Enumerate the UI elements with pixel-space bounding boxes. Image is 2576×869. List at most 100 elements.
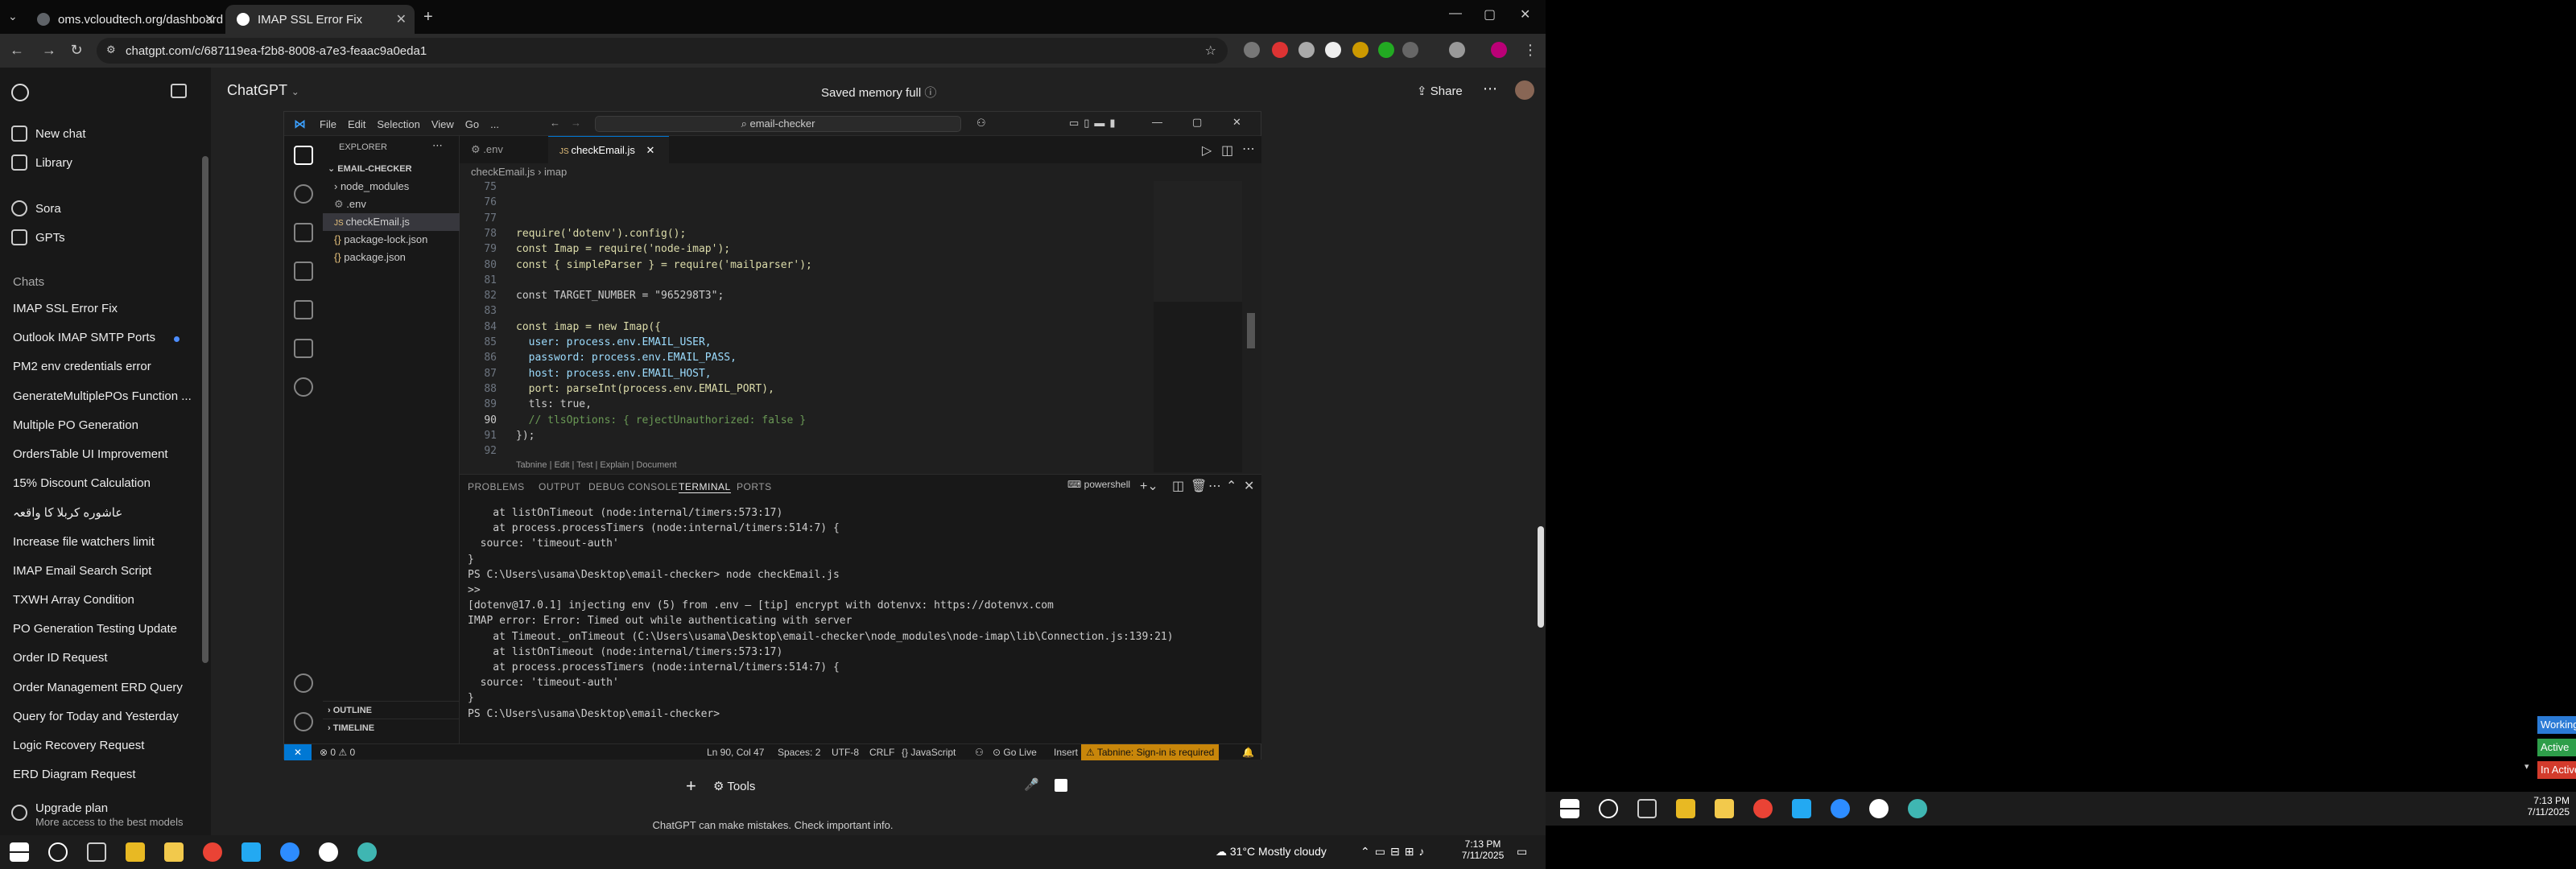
split-terminal-icon[interactable]: ◫ xyxy=(1172,478,1184,494)
chat-history-item[interactable]: Logic Recovery Request xyxy=(13,739,144,752)
chat-history-item[interactable]: Increase file watchers limit xyxy=(13,535,155,549)
go-live[interactable]: ⊙ Go Live xyxy=(993,744,1037,760)
copilot-icon[interactable]: ⚇ xyxy=(976,117,986,130)
nav-back-icon[interactable]: ← xyxy=(550,117,560,129)
search-icon[interactable] xyxy=(1599,799,1618,818)
reload-icon[interactable]: ↻ xyxy=(68,42,85,60)
library-link[interactable]: Library xyxy=(35,156,72,170)
clock-left[interactable]: 7:13 PM 7/11/2025 xyxy=(1459,838,1507,861)
outline-section[interactable]: › OUTLINE xyxy=(323,701,460,719)
extension-icon-5[interactable] xyxy=(1352,42,1368,58)
close-icon[interactable]: ✕ xyxy=(204,11,215,27)
close-panel-icon[interactable]: ✕ xyxy=(1244,478,1254,494)
language-mode[interactable]: {} JavaScript xyxy=(902,744,956,760)
tabnine-status-icon[interactable]: ⚇ xyxy=(975,744,984,760)
cursor-position[interactable]: Ln 90, Col 47 xyxy=(707,744,764,760)
maximize-panel-icon[interactable]: ⌃ xyxy=(1226,478,1236,494)
panel-tab[interactable]: DEBUG CONSOLE xyxy=(588,481,678,492)
right-scroll-indicator[interactable]: ▾ xyxy=(2524,761,2529,772)
clock-right[interactable]: 7:13 PM 7/11/2025 xyxy=(2512,795,2570,818)
editor-scrollbar[interactable] xyxy=(1247,313,1255,348)
status-badge[interactable]: In Active xyxy=(2537,761,2576,779)
app-icon-circle[interactable] xyxy=(319,842,338,862)
close-window-button[interactable]: ✕ xyxy=(1520,6,1530,23)
bookmark-star-icon[interactable]: ☆ xyxy=(1205,43,1216,59)
terminal-profile[interactable]: ⌨ powershell xyxy=(1067,479,1130,490)
new-terminal-icon[interactable]: +⌄ xyxy=(1140,478,1158,494)
insert-mode[interactable]: Insert xyxy=(1054,744,1078,760)
explorer-icon[interactable] xyxy=(294,146,313,165)
store-icon[interactable] xyxy=(164,842,184,862)
vscode-icon[interactable] xyxy=(242,842,261,862)
share-button[interactable]: ⇪ Share xyxy=(1417,84,1463,98)
browser-tab-dashboard[interactable]: oms.vcloudtech.org/dashboard ✕ xyxy=(26,5,223,34)
app-icon-circle[interactable] xyxy=(1869,799,1889,818)
extension-icon-4[interactable] xyxy=(1325,42,1341,58)
notification-center-icon[interactable]: ▭ xyxy=(1517,845,1527,859)
command-center-search[interactable]: ⌕ email-checker xyxy=(595,116,961,132)
weather-widget[interactable]: ☁ 31°C Mostly cloudy xyxy=(1216,845,1327,859)
tray-icons[interactable]: ⌃▭⊟⊞♪ xyxy=(1360,845,1429,859)
file-checkemail[interactable]: JS checkEmail.js xyxy=(323,213,460,231)
upgrade-plan-link[interactable]: Upgrade plan xyxy=(35,801,108,815)
extension-icon-2[interactable] xyxy=(1272,42,1288,58)
extension-icon-7[interactable] xyxy=(1402,42,1418,58)
status-badge[interactable]: Active xyxy=(2537,739,2576,756)
status-badge[interactable]: Working xyxy=(2537,716,2576,734)
menu-item[interactable]: File xyxy=(320,118,336,130)
vscode-icon[interactable] xyxy=(1792,799,1811,818)
chrome-icon[interactable] xyxy=(1753,799,1773,818)
file-explorer-icon[interactable] xyxy=(126,842,145,862)
maximize-button[interactable]: ▢ xyxy=(1484,6,1496,23)
chat-history-item[interactable]: OrdersTable UI Improvement xyxy=(13,447,168,461)
zoom-icon[interactable] xyxy=(280,842,299,862)
chat-history-item[interactable]: ERD Diagram Request xyxy=(13,768,136,781)
chat-scrollbar[interactable] xyxy=(1538,526,1544,628)
close-tab-icon[interactable]: ✕ xyxy=(646,144,655,156)
extensions-icon[interactable] xyxy=(294,300,313,319)
code-editor[interactable]: 75 76 77 78 require('dotenv').config(); 79 con… xyxy=(460,181,1152,504)
source-control-icon[interactable] xyxy=(294,223,313,242)
remote-indicator[interactable]: ✕ xyxy=(284,744,312,760)
chat-history-item[interactable]: Order Management ERD Query xyxy=(13,681,183,694)
close-icon[interactable]: ✕ xyxy=(1232,116,1241,129)
new-tab-button[interactable]: + xyxy=(423,8,433,27)
browser-tab-imap[interactable]: IMAP SSL Error Fix ✕ xyxy=(225,5,415,34)
microphone-icon[interactable]: 🎤 xyxy=(1024,777,1039,792)
more-actions-icon[interactable]: ⋯ xyxy=(432,139,443,152)
tab-checkemail[interactable]: JS checkEmail.js ✕ xyxy=(548,136,669,163)
windows-start-icon[interactable] xyxy=(10,842,29,862)
panel-tab[interactable]: PORTS xyxy=(737,481,772,492)
extension-icon-1[interactable] xyxy=(1244,42,1260,58)
file-package[interactable]: {} package.json xyxy=(323,249,460,266)
problems-count[interactable]: ⊗ 0 ⚠ 0 xyxy=(320,744,355,760)
run-debug-icon[interactable] xyxy=(294,262,313,281)
search-icon[interactable] xyxy=(48,842,68,862)
kill-terminal-icon[interactable]: 🗑 xyxy=(1191,478,1207,494)
chat-history-item[interactable]: PM2 env credentials error xyxy=(13,360,151,373)
app-icon-teal[interactable] xyxy=(1908,799,1927,818)
chrome-icon[interactable] xyxy=(203,842,222,862)
memory-status[interactable]: Saved memory full ⓘ xyxy=(821,84,936,101)
chat-history-item[interactable]: 15% Discount Calculation xyxy=(13,476,151,490)
stop-button[interactable] xyxy=(1055,779,1067,792)
chat-history-item[interactable]: IMAP SSL Error Fix xyxy=(13,302,118,315)
tabnine-icon[interactable] xyxy=(294,377,313,397)
menu-item[interactable]: ... xyxy=(490,118,499,130)
address-bar[interactable]: ⚙ chatgpt.com/c/687119ea-f2b8-8008-a7e3-… xyxy=(97,38,1228,64)
editor-more-icon[interactable]: ⋯ xyxy=(1242,141,1255,157)
forward-icon[interactable]: → xyxy=(40,42,58,60)
layout-icons[interactable]: ▭▯▬▮ xyxy=(1069,117,1121,130)
more-menu-icon[interactable]: ⋮ xyxy=(1521,42,1539,60)
minimize-button[interactable]: — xyxy=(1449,6,1462,21)
chat-history-item[interactable]: GenerateMultiplePOs Function ... xyxy=(13,389,192,403)
indentation[interactable]: Spaces: 2 xyxy=(778,744,820,760)
notifications-bell-icon[interactable]: 🔔 xyxy=(1242,744,1254,760)
project-folder[interactable]: ⌄ EMAIL-CHECKER xyxy=(323,160,460,178)
task-view-icon[interactable] xyxy=(87,842,106,862)
file-package-lock[interactable]: {} package-lock.json xyxy=(323,231,460,249)
panel-more-icon[interactable]: ⋯ xyxy=(1208,478,1221,494)
model-switcher[interactable]: ChatGPT ⌄ xyxy=(227,82,299,99)
add-attachment-button[interactable]: + xyxy=(686,776,696,797)
app-icon-teal[interactable] xyxy=(357,842,377,862)
